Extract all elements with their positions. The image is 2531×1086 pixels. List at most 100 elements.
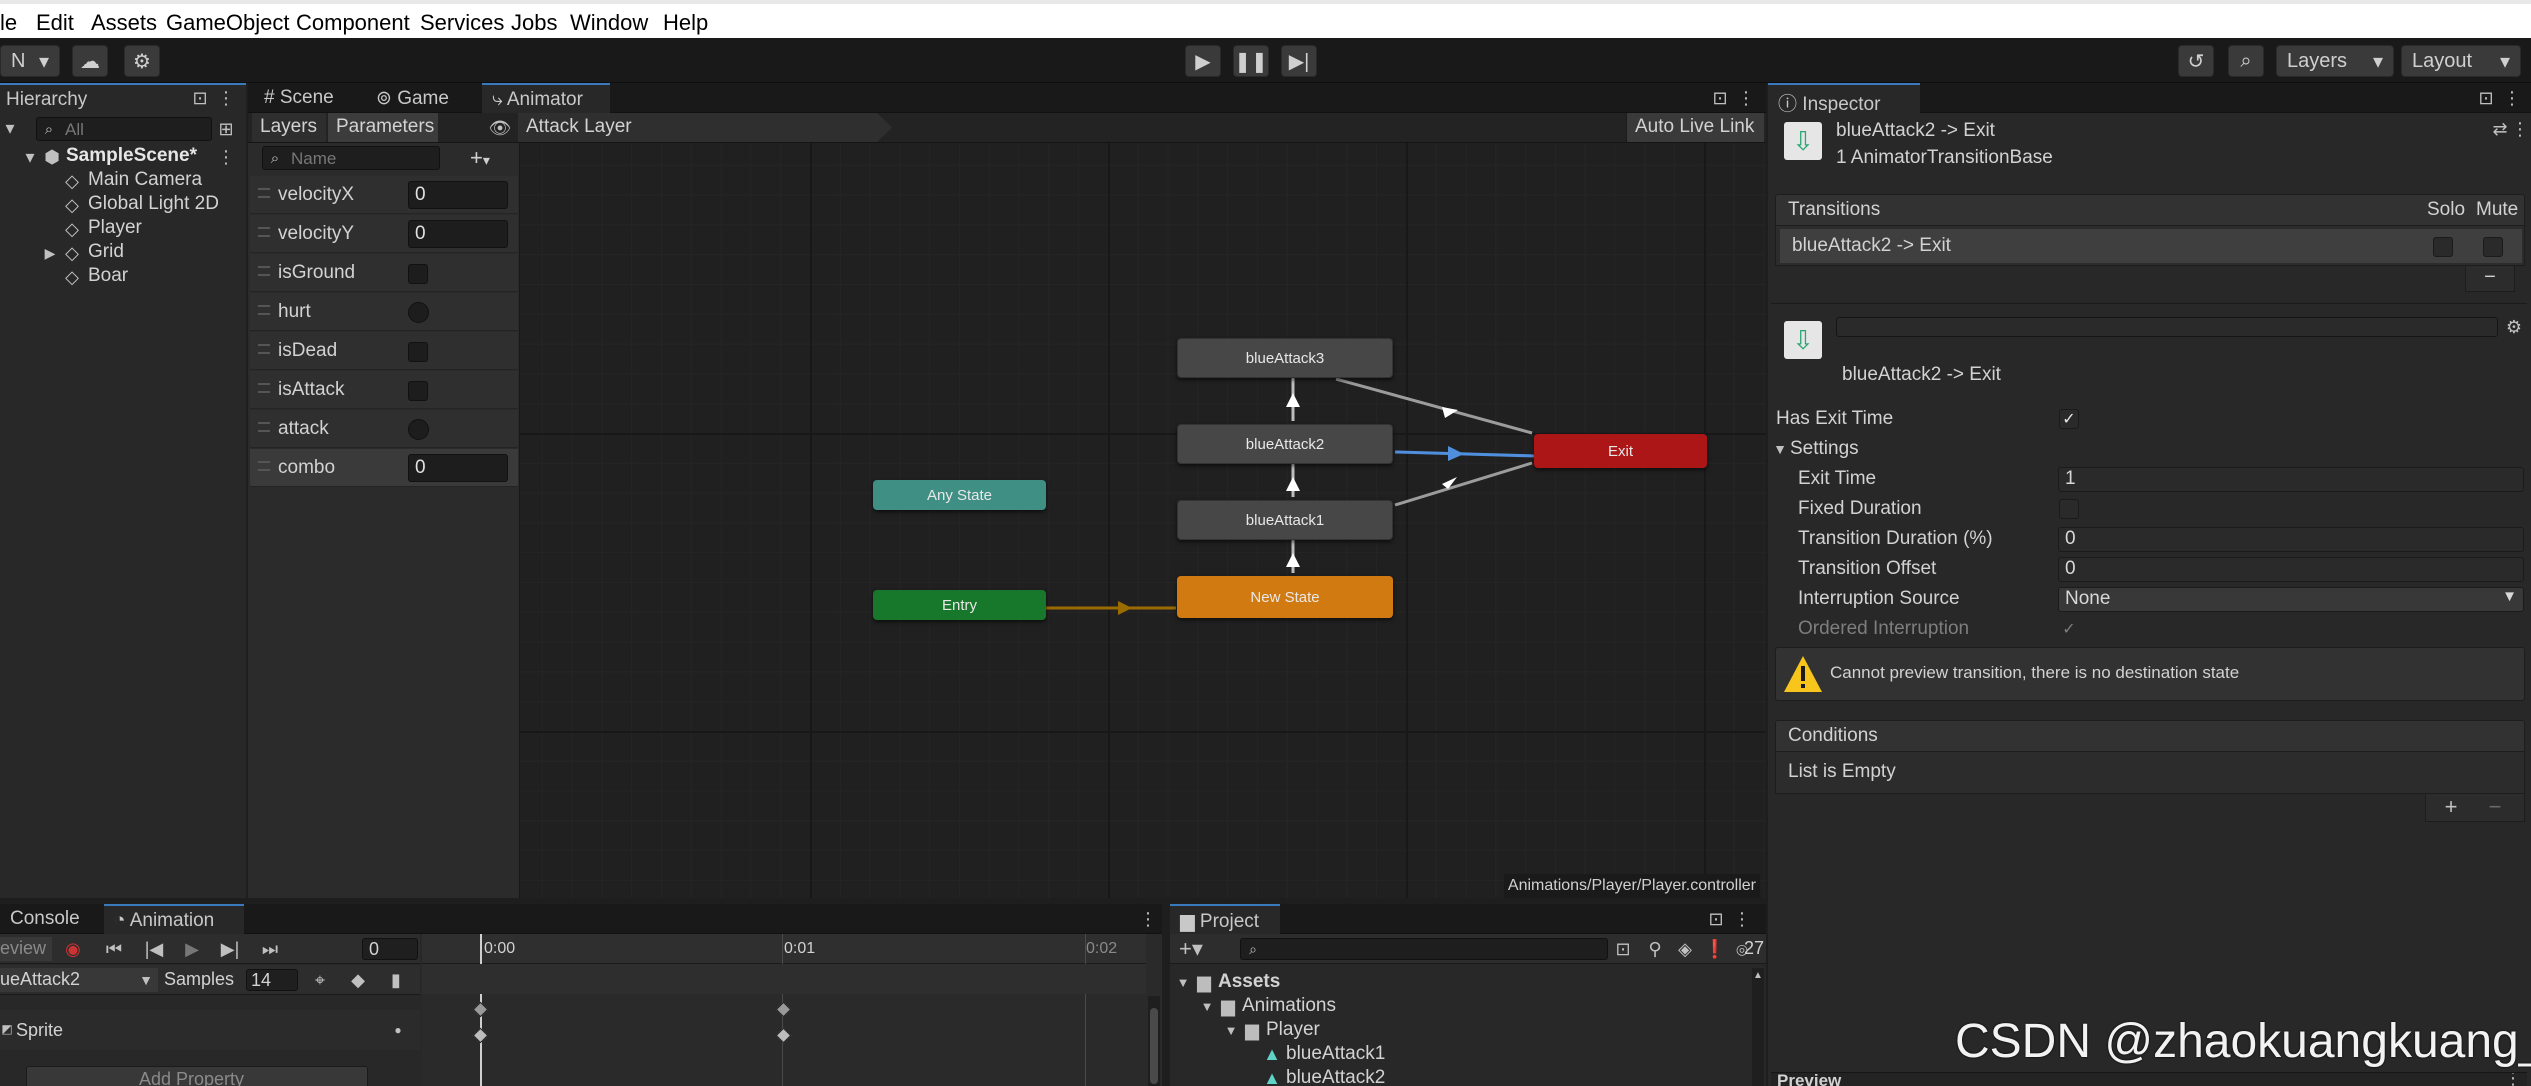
breadcrumb[interactable]: Attack Layer [518, 113, 892, 142]
lock-icon[interactable]: ⊡ [2476, 87, 2496, 109]
node-exit[interactable]: Exit [1534, 434, 1707, 468]
parameter-name[interactable]: attack [278, 418, 329, 440]
parameter-name[interactable]: isGround [278, 262, 355, 284]
more-icon[interactable]: ⋮ [2504, 1073, 2522, 1086]
parameter-row-combo[interactable]: combo 0 [250, 449, 518, 487]
menu-file[interactable]: le [0, 10, 17, 36]
tree-assets[interactable]: Assets [1218, 971, 1280, 993]
tab-game[interactable]: ⊚ Game [366, 83, 459, 113]
parameter-name[interactable]: velocityX [278, 184, 354, 206]
more-icon[interactable]: ⋮ [2511, 118, 2529, 140]
parameter-checkbox[interactable] [408, 381, 428, 401]
keyframe[interactable] [775, 1027, 792, 1044]
search-button[interactable]: ⌕ [2228, 45, 2264, 77]
add-parameter-button[interactable]: +▾ [470, 145, 514, 171]
parameter-row-isdead[interactable]: isDead [250, 332, 518, 370]
play-icon[interactable]: ▶ [180, 938, 204, 960]
cloud-button[interactable]: ☁ [72, 45, 108, 77]
menu-component[interactable]: Component [296, 10, 410, 36]
play-button[interactable]: ▶ [1185, 45, 1221, 77]
node-new-state[interactable]: New State [1177, 576, 1393, 618]
last-key-icon[interactable]: ⏭ [258, 938, 282, 960]
interruption-source-dropdown[interactable]: None ▼ [2058, 587, 2524, 612]
transition-list-item[interactable]: blueAttack2 -> Exit [1780, 229, 2522, 263]
keyframe-dot-icon[interactable]: ● [390, 1020, 406, 1040]
create-asset-button[interactable]: +▾ [1176, 936, 1206, 961]
animator-graph[interactable]: Any State Entry New State blueAttack1 bl… [520, 143, 1766, 898]
drag-handle-icon[interactable] [258, 227, 270, 237]
parameter-row-velocityy[interactable]: velocityY 0 [250, 215, 518, 253]
drag-handle-icon[interactable] [258, 461, 270, 471]
keyframe[interactable] [472, 1027, 489, 1044]
transition-offset-field[interactable]: 0 [2058, 557, 2524, 582]
hierarchy-item-global-light[interactable]: Global Light 2D [88, 193, 219, 215]
tab-parameters[interactable]: Parameters [328, 113, 438, 142]
parameter-name[interactable]: isDead [278, 340, 337, 362]
menu-edit[interactable]: Edit [36, 10, 74, 36]
menu-services[interactable]: Services [420, 10, 504, 36]
project-scrollbar[interactable]: ▲ [1752, 968, 1764, 1086]
step-button[interactable]: ▶| [1281, 45, 1317, 77]
search-by-type-icon[interactable]: ⊡ [1612, 938, 1634, 960]
layers-dropdown[interactable]: Layers ▾ [2276, 45, 2394, 77]
hierarchy-item-grid[interactable]: Grid [88, 241, 124, 263]
tab-animation[interactable]: ◔ Animation [104, 904, 244, 934]
exit-time-field[interactable]: 1 [2058, 467, 2524, 492]
parameter-value-field[interactable]: 0 [408, 454, 508, 482]
transition-attack2-exit[interactable] [1394, 450, 1537, 458]
has-exit-time-checkbox[interactable]: ✓ [2059, 409, 2079, 429]
hierarchy-item-player[interactable]: Player [88, 217, 142, 239]
settings-foldout[interactable]: Settings [1790, 438, 1859, 460]
tab-scene[interactable]: # Scene [254, 83, 344, 113]
project-search[interactable]: ⌕ [1240, 938, 1608, 960]
layout-dropdown[interactable]: Layout ▾ [2401, 45, 2521, 77]
chevron-down-icon[interactable]: ▼ [1200, 996, 1214, 1016]
samples-field[interactable]: 14 [246, 969, 298, 991]
parameter-name[interactable]: isAttack [278, 379, 345, 401]
node-blue-attack3[interactable]: blueAttack3 [1177, 338, 1393, 378]
add-property-button[interactable]: Add Property [26, 1066, 368, 1086]
parameter-name[interactable]: hurt [278, 301, 311, 323]
keyframe[interactable] [472, 1001, 489, 1018]
chevron-up-icon[interactable]: ▲ [1752, 968, 1764, 982]
transition-name-field[interactable] [1836, 317, 2498, 337]
parameter-checkbox[interactable] [408, 342, 428, 362]
mute-checkbox[interactable] [2483, 237, 2503, 257]
drag-handle-icon[interactable] [258, 422, 270, 432]
more-icon[interactable]: ⋮ [217, 146, 235, 168]
more-icon[interactable]: ⋮ [216, 87, 236, 109]
remove-condition-button[interactable]: − [2482, 794, 2508, 819]
tab-inspector[interactable]: ⓘ Inspector [1768, 83, 1920, 115]
lock-icon[interactable]: ⊡ [1706, 908, 1726, 930]
scrollbar-thumb[interactable] [1150, 1008, 1158, 1084]
hierarchy-item-boar[interactable]: Boar [88, 265, 128, 287]
parameter-name[interactable]: velocityY [278, 223, 354, 245]
chevron-down-icon[interactable]: ▼ [1224, 1020, 1238, 1040]
more-icon[interactable]: ⋮ [1736, 87, 1756, 109]
next-key-icon[interactable]: ▶| [218, 938, 242, 960]
node-entry[interactable]: Entry [873, 590, 1046, 620]
parameter-checkbox[interactable] [408, 264, 428, 284]
drag-handle-icon[interactable] [258, 266, 270, 276]
parameter-row-attack[interactable]: attack [250, 410, 518, 448]
solo-checkbox[interactable] [2433, 237, 2453, 257]
more-icon[interactable]: ⋮ [1732, 908, 1752, 930]
tab-project[interactable]: ▆ Project [1170, 904, 1280, 934]
tree-blue-attack2[interactable]: blueAttack2 [1286, 1067, 1385, 1086]
parameter-row-isground[interactable]: isGround [250, 254, 518, 292]
preview-button[interactable]: eview [0, 937, 52, 961]
transition-attack1-exit[interactable] [1394, 461, 1533, 507]
account-dropdown[interactable]: N ▾ [0, 45, 60, 77]
tree-blue-attack1[interactable]: blueAttack1 [1286, 1043, 1385, 1065]
drag-handle-icon[interactable] [258, 188, 270, 198]
create-icon[interactable]: ⊞ [216, 119, 236, 139]
timeline-ruler[interactable]: 0:00 0:01 0:02 [422, 934, 1146, 964]
parameter-row-velocityx[interactable]: velocityX 0 [250, 176, 518, 214]
hierarchy-item-main-camera[interactable]: Main Camera [88, 169, 202, 191]
chevron-down-icon[interactable]: ▼ [1772, 438, 1788, 460]
parameter-name[interactable]: combo [278, 457, 335, 479]
drag-handle-icon[interactable] [258, 344, 270, 354]
tab-console[interactable]: Console [0, 904, 100, 934]
alert-icon[interactable]: ❗ [1704, 938, 1726, 960]
hierarchy-search[interactable]: ⌕ All [36, 117, 212, 141]
